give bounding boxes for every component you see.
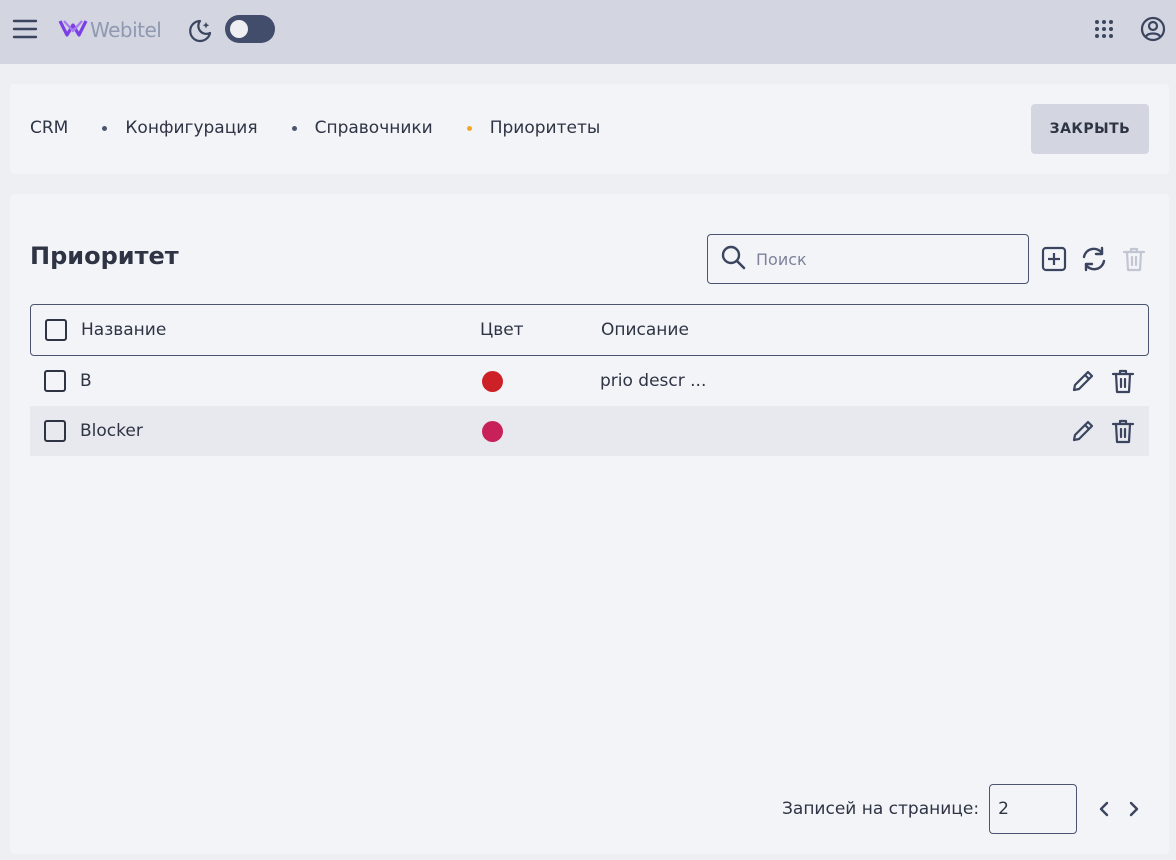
search-input[interactable]	[756, 249, 1006, 269]
add-icon[interactable]	[1039, 244, 1069, 274]
webitel-logo-icon	[58, 17, 88, 43]
column-header-color[interactable]: Цвет	[480, 320, 524, 340]
toggle-knob	[230, 20, 248, 38]
pagination: Записей на странице:	[782, 784, 1149, 834]
page-title: Приоритет	[30, 242, 179, 270]
main-panel: Приоритет Название Цвет Описание B prio …	[10, 194, 1169, 854]
row-description: prio descr ...	[600, 371, 707, 391]
edit-icon[interactable]	[1068, 416, 1098, 446]
column-header-description[interactable]: Описание	[601, 320, 689, 340]
menu-icon[interactable]	[10, 14, 40, 44]
webitel-logo[interactable]: Webitel	[58, 16, 162, 44]
logo-text: Webitel	[90, 18, 162, 42]
chevron-left-icon[interactable]	[1089, 794, 1119, 824]
row-name: B	[80, 371, 92, 391]
trash-icon[interactable]	[1108, 416, 1138, 446]
refresh-icon[interactable]	[1079, 244, 1109, 274]
breadcrumb-configuration[interactable]: Конфигурация	[125, 118, 257, 138]
search-box[interactable]	[707, 234, 1029, 284]
edit-icon[interactable]	[1068, 366, 1098, 396]
color-swatch	[482, 420, 503, 442]
priority-table: Название Цвет Описание B prio descr ... …	[30, 304, 1149, 456]
breadcrumb-separator	[102, 125, 108, 131]
chevron-right-icon[interactable]	[1119, 794, 1149, 824]
color-swatch	[482, 370, 503, 392]
row-checkbox[interactable]	[44, 370, 66, 392]
search-icon	[720, 244, 746, 274]
account-icon[interactable]	[1138, 14, 1168, 44]
breadcrumb: CRM Конфигурация Справочники Приоритеты	[30, 118, 600, 138]
breadcrumb-directories[interactable]: Справочники	[315, 118, 433, 138]
table-header: Название Цвет Описание	[30, 304, 1149, 356]
breadcrumb-bar: CRM Конфигурация Справочники Приоритеты …	[10, 84, 1169, 174]
top-bar: Webitel	[0, 0, 1176, 64]
breadcrumb-crm[interactable]: CRM	[30, 118, 68, 138]
breadcrumb-priorities: Приоритеты	[489, 118, 601, 138]
delete-icon	[1119, 244, 1149, 274]
per-page-label: Записей на странице:	[782, 799, 980, 819]
column-header-name[interactable]: Название	[81, 320, 166, 340]
apps-grid-icon[interactable]	[1090, 15, 1118, 43]
theme-toggle[interactable]	[225, 15, 275, 43]
per-page-input[interactable]	[989, 784, 1078, 834]
row-checkbox[interactable]	[44, 420, 66, 442]
table-row[interactable]: Blocker	[30, 406, 1149, 456]
theme-moon-icon[interactable]	[186, 17, 214, 45]
breadcrumb-separator	[291, 125, 297, 131]
breadcrumb-separator-active	[466, 125, 472, 131]
trash-icon[interactable]	[1108, 366, 1138, 396]
table-row[interactable]: B prio descr ...	[30, 356, 1149, 406]
row-name: Blocker	[80, 421, 143, 441]
select-all-checkbox[interactable]	[45, 319, 67, 341]
close-button[interactable]: ЗАКРЫТЬ	[1031, 104, 1149, 154]
